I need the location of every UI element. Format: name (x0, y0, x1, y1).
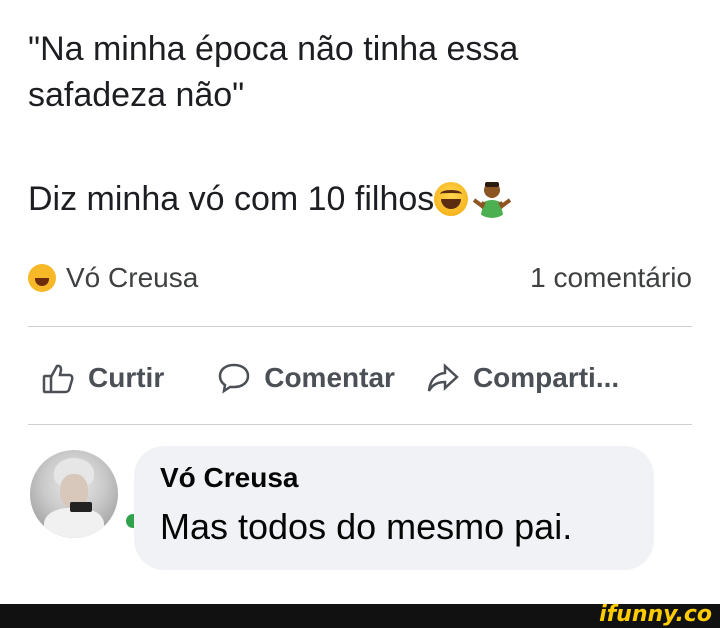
action-bar: Curtir Comentar Comparti... (40, 350, 710, 406)
comment-text: Mas todos do mesmo pai. (160, 506, 573, 547)
comment-bubble: Vó Creusa Mas todos do mesmo pai. (134, 446, 654, 570)
divider-bottom (28, 424, 692, 425)
reactions-bar: Vó Creusa 1 comentário (28, 258, 692, 298)
reaction-user-name: Vó Creusa (66, 262, 199, 293)
like-label: Curtir (88, 362, 165, 393)
comment-author[interactable]: Vó Creusa (160, 462, 299, 494)
reaction-summary[interactable]: Vó Creusa (28, 262, 198, 294)
share-button[interactable]: Comparti... (425, 360, 619, 396)
speech-bubble-icon (218, 363, 250, 394)
ifunny-watermark: ifunny.co (599, 602, 712, 627)
comment-count[interactable]: 1 comentário (530, 262, 692, 294)
man-shrugging-emoji-icon (473, 182, 512, 218)
comment: Vó Creusa Mas todos do mesmo pai. (30, 446, 700, 580)
comment-button[interactable]: Comentar (216, 360, 395, 396)
comment-label: Comentar (264, 362, 395, 393)
share-arrow-icon (427, 363, 459, 392)
like-button[interactable]: Curtir (40, 360, 164, 396)
post-text: "Na minha época não tinha essa safadeza … (28, 26, 688, 118)
post-line-3-row: Diz minha vó com 10 filhos (28, 176, 512, 222)
haha-reaction-icon (28, 264, 56, 292)
share-label: Comparti... (472, 362, 620, 393)
post-line-2: safadeza não" (28, 76, 245, 114)
post-line-3: Diz minha vó com 10 filhos (28, 180, 435, 218)
post-line-1: "Na minha época não tinha essa (28, 30, 519, 68)
thumbs-up-icon (42, 364, 74, 394)
commenter-avatar[interactable] (30, 450, 118, 538)
laughing-tears-emoji-icon (434, 182, 469, 216)
divider-top (28, 326, 692, 327)
